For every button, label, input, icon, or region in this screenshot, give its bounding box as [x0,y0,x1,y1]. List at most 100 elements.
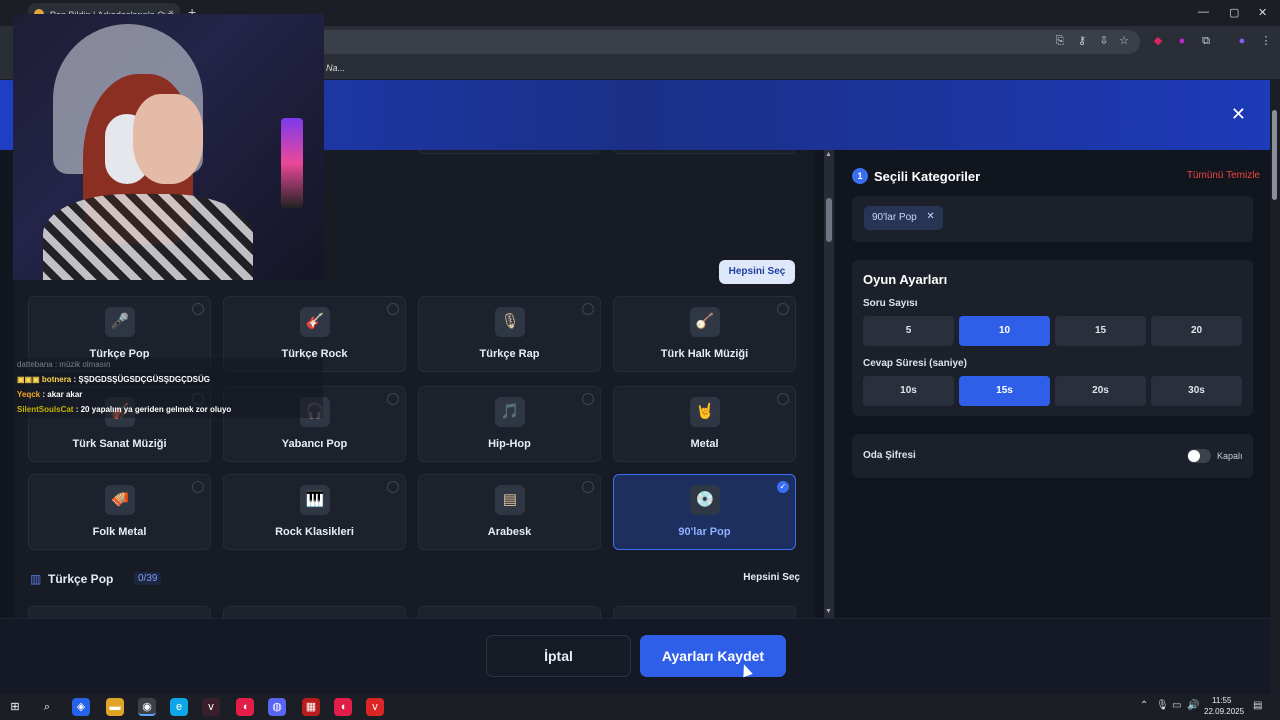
password-key-icon[interactable]: ⚷ [1076,35,1088,47]
question-count-option[interactable]: 20 [1151,316,1242,346]
window-close-icon[interactable]: ✕ [1258,6,1267,19]
notifications-icon[interactable]: ▤ [1253,700,1262,711]
category-icon: 🎤 [105,307,135,337]
answer-time-option[interactable]: 20s [1055,376,1146,406]
answer-time-option[interactable]: 15s [959,376,1050,406]
cancel-button[interactable]: İptal [486,635,631,677]
question-count-option[interactable]: 15 [1055,316,1146,346]
song-card[interactable] [223,606,406,618]
address-bar[interactable] [300,30,1140,54]
clock-time[interactable]: 11:55 [1212,696,1231,705]
radio-circle-icon[interactable] [387,393,399,405]
radio-circle-icon[interactable] [777,303,789,315]
chat-line: ▣▣▣ botnera : ŞŞDGDSŞÜGSDÇGÜSŞDGÇDSÜG [17,375,210,384]
minimize-icon[interactable]: — [1198,6,1209,18]
install-app-icon[interactable]: ⇩ [1098,35,1110,47]
checkered-shirt [43,194,253,280]
tray-chevron-icon[interactable]: ⌃ [1140,700,1148,711]
chrome-icon[interactable]: ◉ [138,698,156,716]
radio-circle-icon[interactable] [582,393,594,405]
category-card[interactable]: 🎹 Rock Klasikleri [223,474,406,550]
page-scrollbar-thumb[interactable] [1272,110,1277,200]
webcam-overlay [13,14,324,280]
category-icon: 🤘 [690,397,720,427]
radio-circle-icon[interactable] [582,303,594,315]
edge-icon[interactable]: e [170,698,188,716]
category-label: Türk Sanat Müziği [72,438,167,450]
question-count-option[interactable]: 5 [863,316,954,346]
chat-line: Yeqck : akar akar [17,390,82,399]
discord-icon[interactable]: ◍ [268,698,286,716]
modal-close-icon[interactable]: ✕ [1231,104,1246,125]
radio-circle-icon[interactable] [777,393,789,405]
category-card[interactable]: 🪕 Türk Halk Müziği [613,296,796,372]
network-icon[interactable]: ▭ [1172,700,1181,711]
answer-time-option[interactable]: 10s [863,376,954,406]
category-card[interactable]: 🎙 Türkçe Rap [418,296,601,372]
room-password-box: Oda Şifresi Kapalı [852,434,1253,478]
previous-card [613,150,796,154]
search-icon[interactable]: ⌕ [38,698,56,716]
category-label: Arabesk [487,526,532,538]
scrollbar-thumb[interactable] [826,198,832,242]
category-card[interactable]: 🎵 Hip-Hop [418,386,601,462]
radio-circle-icon[interactable] [582,481,594,493]
file-explorer-icon[interactable]: ▬ [106,698,124,716]
category-card[interactable]: 💿 90'lar Pop ✓ [613,474,796,550]
save-settings-button[interactable]: Ayarları Kaydet [640,635,786,677]
section-select-all-button[interactable]: Hepsini Seç [743,572,800,583]
category-scrollbar[interactable]: ▲ ▼ [824,150,834,618]
extensions-puzzle-icon[interactable]: ⧉ [1200,35,1212,47]
page-scrollbar[interactable] [1270,80,1280,694]
chip-remove-icon[interactable]: ✕ [926,211,934,222]
song-card[interactable] [613,606,796,618]
settings-panel: 1 Seçili Kategoriler Tümünü Temizle 90'l… [836,150,1270,618]
browser-menu-icon[interactable]: ⋮ [1260,35,1272,47]
app-red-2-icon[interactable]: ◖ [334,698,352,716]
selected-categories-header: 1 Seçili Kategoriler Tümünü Temizle [852,168,1260,186]
chat-message: : müzik olmasın [54,360,111,369]
category-icon: 🎙 [495,307,525,337]
checkmark-icon[interactable]: ✓ [777,481,789,493]
song-card[interactable] [28,606,211,618]
radio-circle-icon[interactable] [192,481,204,493]
copilot-icon[interactable]: ◈ [72,698,90,716]
chat-overlay: dattebana : müzik olmasın ▣▣▣ botnera : … [13,358,323,418]
category-card[interactable]: ▤ Arabesk [418,474,601,550]
scroll-up-icon[interactable]: ▲ [825,151,832,158]
app-v-icon[interactable]: v [202,698,220,716]
volume-icon[interactable]: 🔊 [1187,700,1199,711]
select-all-button[interactable]: Hepsini Seç [719,260,795,284]
answer-time-option[interactable]: 30s [1151,376,1242,406]
clock-date[interactable]: 22.09.2025 [1204,707,1244,716]
app-red-icon[interactable]: ◖ [236,698,254,716]
profile-avatar-icon[interactable]: ● [1236,35,1248,47]
screenshot-icon[interactable]: ⎘ [1054,35,1066,47]
microphone-icon[interactable]: 🎙 [1156,700,1169,711]
category-card[interactable]: 🪗 Folk Metal [28,474,211,550]
category-icon: ▤ [495,485,525,515]
radio-circle-icon[interactable] [387,481,399,493]
question-count-option[interactable]: 10 [959,316,1050,346]
bookmark-star-icon[interactable]: ☆ [1118,35,1130,47]
extension-tp-icon[interactable]: ◆ [1152,35,1164,47]
start-windows-icon[interactable]: ⊞ [6,698,24,716]
room-password-toggle[interactable] [1187,449,1211,463]
building-icon: ▥ [30,572,42,586]
maximize-icon[interactable]: ▢ [1229,6,1239,19]
song-card[interactable] [418,606,601,618]
scroll-down-icon[interactable]: ▼ [825,608,832,615]
category-card[interactable]: 🤘 Metal [613,386,796,462]
app-game-icon[interactable]: ▦ [302,698,320,716]
chat-message: : ŞŞDGDSŞÜGSDÇGÜSŞDGÇDSÜG [73,375,210,384]
radio-circle-icon[interactable] [387,303,399,315]
category-label: 90'lar Pop [678,526,731,538]
previous-card [418,150,601,154]
radio-circle-icon[interactable] [192,303,204,315]
clear-all-button[interactable]: Tümünü Temizle [1187,170,1260,181]
chat-message: : akar akar [42,390,83,399]
extension-purple-icon[interactable]: ● [1176,35,1188,47]
app-v-red-icon[interactable]: v [366,698,384,716]
bookmark-item[interactable]: Na... [326,63,345,73]
category-label: Metal [690,438,719,450]
